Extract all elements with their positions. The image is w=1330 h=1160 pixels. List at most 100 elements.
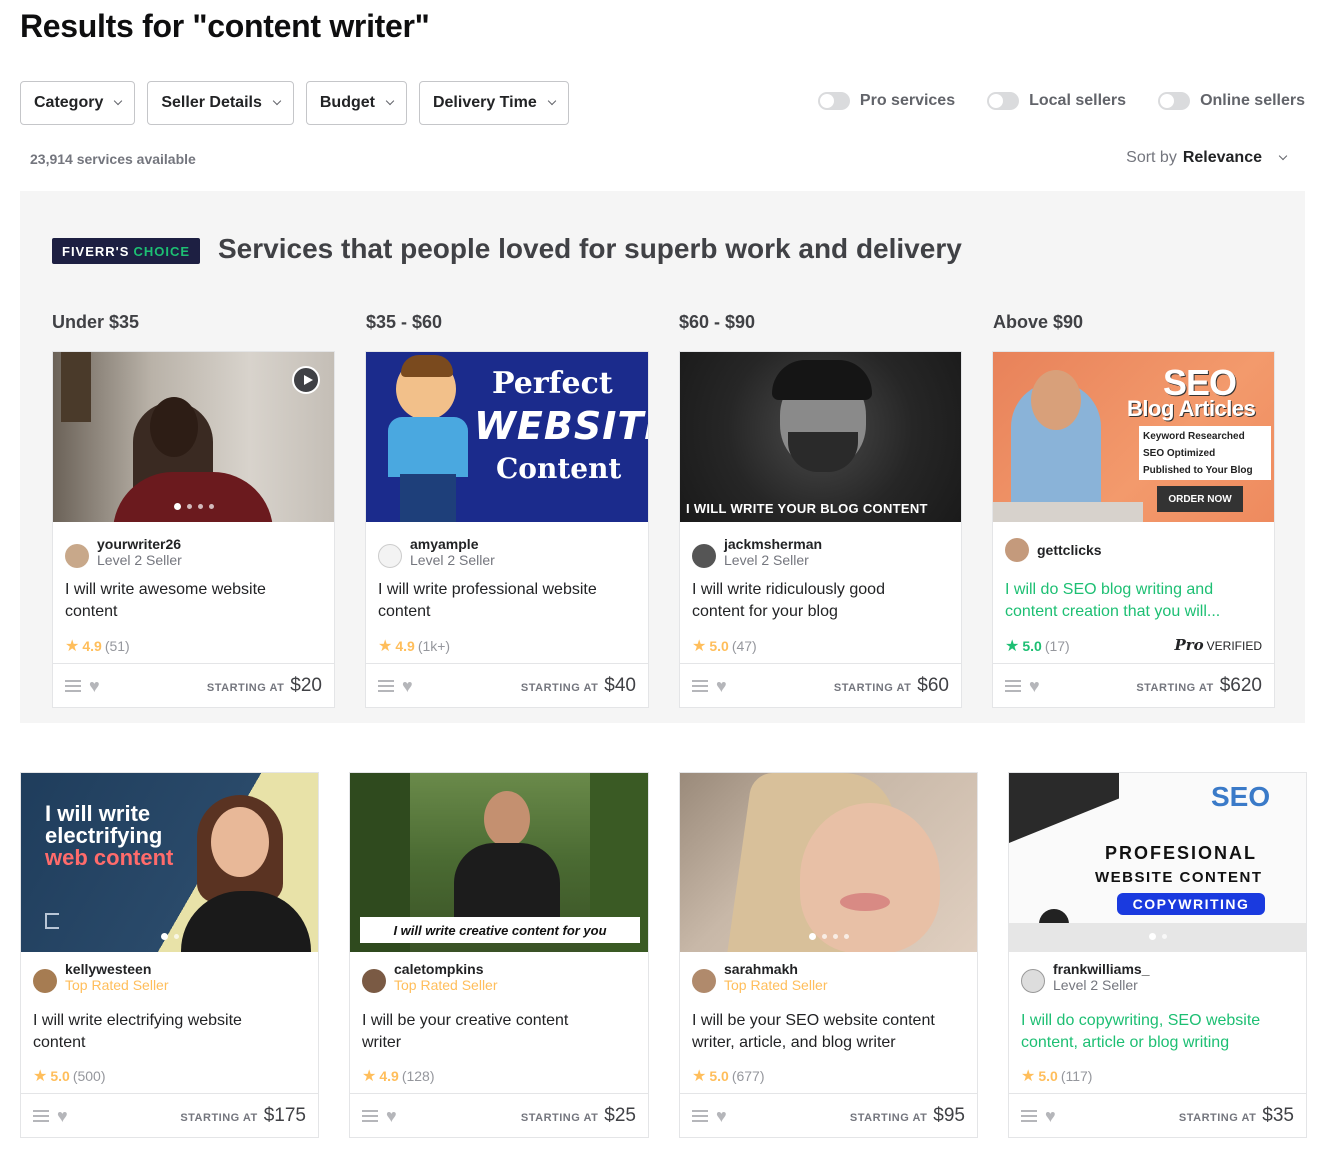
seller-name[interactable]: sarahmakh	[724, 961, 828, 977]
avatar[interactable]	[33, 969, 57, 993]
heart-icon[interactable]: ♥	[402, 677, 413, 695]
rating: ★ 5.0 (17)	[1005, 638, 1070, 655]
seller-name[interactable]: amyample	[410, 536, 495, 552]
gig-thumbnail[interactable]: I will write electrifying web content	[21, 773, 318, 952]
seller-name[interactable]: gettclicks	[1037, 542, 1102, 558]
rating: ★ 5.0 (47)	[692, 638, 757, 655]
seller-level: Top Rated Seller	[724, 977, 828, 993]
seller-info: kellywesteen Top Rated Seller	[33, 961, 169, 993]
rating: ★ 4.9 (51)	[65, 638, 130, 655]
local-sellers-toggle[interactable]: Local sellers	[987, 92, 1126, 110]
gig-card[interactable]: Perfect WEBSITE Content amyampleLevel 2 …	[365, 351, 649, 708]
collections-menu-icon[interactable]	[1021, 1109, 1037, 1122]
collections-menu-icon[interactable]	[378, 679, 394, 692]
gig-thumbnail[interactable]: SEO Blog Articles Keyword Researched SEO…	[993, 352, 1274, 522]
filter-delivery-time-button[interactable]: Delivery Time	[418, 81, 569, 125]
card-footer: ♥ STARTING AT $175	[21, 1093, 318, 1137]
seller-name[interactable]: frankwilliams_	[1053, 961, 1150, 977]
card-footer: ♥ STARTING AT $620	[993, 663, 1274, 707]
gig-title[interactable]: I will write professional website content	[378, 579, 597, 623]
seller-name[interactable]: yourwriter26	[97, 536, 182, 552]
heart-icon[interactable]: ♥	[716, 677, 727, 695]
price: STARTING AT $95	[849, 1104, 965, 1126]
gig-thumbnail[interactable]: SEO PROFESIONAL WEBSITE CONTENT COPYWRIT…	[1009, 773, 1306, 952]
collections-menu-icon[interactable]	[692, 679, 708, 692]
heart-icon[interactable]: ♥	[1029, 677, 1040, 695]
gig-thumbnail[interactable]	[680, 773, 977, 952]
gig-card[interactable]: I will write electrifying web content ke…	[20, 772, 319, 1138]
gig-title[interactable]: I will be your creative content writer	[362, 1010, 568, 1054]
sort-dropdown[interactable]: Sort by Relevance	[1126, 149, 1288, 167]
seller-name[interactable]: caletompkins	[394, 961, 498, 977]
seller-info: amyample Level 2 Seller	[378, 536, 495, 568]
online-sellers-toggle[interactable]: Online sellers	[1158, 92, 1305, 110]
collections-menu-icon[interactable]	[692, 1109, 708, 1122]
collections-menu-icon[interactable]	[362, 1109, 378, 1122]
gig-title[interactable]: I will do copywriting, SEO website conten…	[1021, 1010, 1260, 1054]
heart-icon[interactable]: ♥	[386, 1107, 397, 1125]
rating: ★ 4.9 (1k+)	[378, 638, 451, 655]
pro-services-toggle[interactable]: Pro services	[817, 92, 955, 110]
star-icon: ★	[692, 638, 707, 655]
card-footer: ♥ STARTING AT $40	[366, 663, 648, 707]
card-footer: ♥ STARTING AT $20	[53, 663, 334, 707]
card-footer: ♥ STARTING AT $95	[680, 1093, 977, 1137]
avatar[interactable]	[692, 544, 716, 568]
chevron-down-icon	[272, 96, 282, 106]
heart-icon[interactable]: ♥	[89, 677, 100, 695]
carousel-dots[interactable]	[160, 933, 179, 940]
price-range-label: Above $90	[993, 312, 1084, 332]
gig-title[interactable]: I will write awesome website content	[65, 579, 266, 623]
avatar[interactable]	[1005, 538, 1029, 562]
gig-card[interactable]: I WILL WRITE YOUR BLOG CONTENT jackmsher…	[679, 351, 962, 708]
toggle-switch[interactable]	[987, 92, 1020, 110]
seller-level: Level 2 Seller	[724, 552, 809, 568]
seller-name[interactable]: jackmsherman	[724, 536, 822, 552]
filter-budget-button[interactable]: Budget	[305, 81, 407, 125]
filter-bar: Category Seller Details Budget Delivery …	[20, 81, 569, 125]
gig-thumbnail[interactable]: I WILL WRITE YOUR BLOG CONTENT	[680, 352, 961, 522]
price-range-label: $60 - $90	[679, 312, 756, 332]
play-icon[interactable]	[292, 366, 320, 394]
gig-thumbnail[interactable]: Perfect WEBSITE Content	[366, 352, 648, 522]
gig-card[interactable]: SEO Blog Articles Keyword Researched SEO…	[992, 351, 1275, 708]
filter-seller-details-button[interactable]: Seller Details	[147, 81, 294, 125]
gig-card[interactable]: SEO PROFESIONAL WEBSITE CONTENT COPYWRIT…	[1008, 772, 1307, 1138]
heart-icon[interactable]: ♥	[1045, 1107, 1056, 1125]
price: STARTING AT $20	[206, 674, 322, 696]
gig-title[interactable]: I will do SEO blog writing and content cr…	[1005, 579, 1220, 623]
star-icon: ★	[362, 1068, 377, 1085]
seller-name[interactable]: kellywesteen	[65, 961, 169, 977]
avatar[interactable]	[1021, 969, 1045, 993]
seller-info: caletompkins Top Rated Seller	[362, 961, 498, 993]
avatar[interactable]	[362, 969, 386, 993]
avatar[interactable]	[692, 969, 716, 993]
collections-menu-icon[interactable]	[1005, 679, 1021, 692]
toggle-switch[interactable]	[817, 92, 850, 110]
carousel-dots[interactable]	[173, 503, 214, 510]
gig-title[interactable]: I will be your SEO website content writer…	[692, 1010, 935, 1054]
carousel-dots[interactable]	[808, 933, 849, 940]
star-icon: ★	[692, 1068, 707, 1085]
chevron-down-icon	[114, 96, 123, 106]
toggle-switch[interactable]	[1158, 92, 1191, 110]
gig-card[interactable]: I will write creative content for you ca…	[349, 772, 649, 1138]
avatar[interactable]	[65, 544, 89, 568]
choice-heading: Services that people loved for superb wo…	[218, 233, 962, 264]
heart-icon[interactable]: ♥	[716, 1107, 727, 1125]
collections-menu-icon[interactable]	[65, 679, 81, 692]
chevron-down-icon	[547, 96, 556, 106]
carousel-dots[interactable]	[1148, 933, 1167, 940]
chevron-down-icon	[385, 96, 395, 106]
gig-title[interactable]: I will write electrifying website content	[33, 1010, 242, 1054]
gig-thumbnail[interactable]: I will write creative content for you	[350, 773, 648, 952]
collections-menu-icon[interactable]	[33, 1109, 49, 1122]
heart-icon[interactable]: ♥	[57, 1107, 68, 1125]
gig-thumbnail[interactable]	[53, 352, 334, 522]
gig-card[interactable]: sarahmakh Top Rated Seller I will be your…	[679, 772, 978, 1138]
avatar[interactable]	[378, 544, 402, 568]
gig-title[interactable]: I will write ridiculously good content fo…	[692, 579, 885, 623]
filter-category-button[interactable]: Category	[20, 81, 136, 125]
gig-card[interactable]: yourwriter26 Level 2 Seller I will write …	[52, 351, 335, 708]
seller-level: Level 2 Seller	[1053, 977, 1138, 993]
